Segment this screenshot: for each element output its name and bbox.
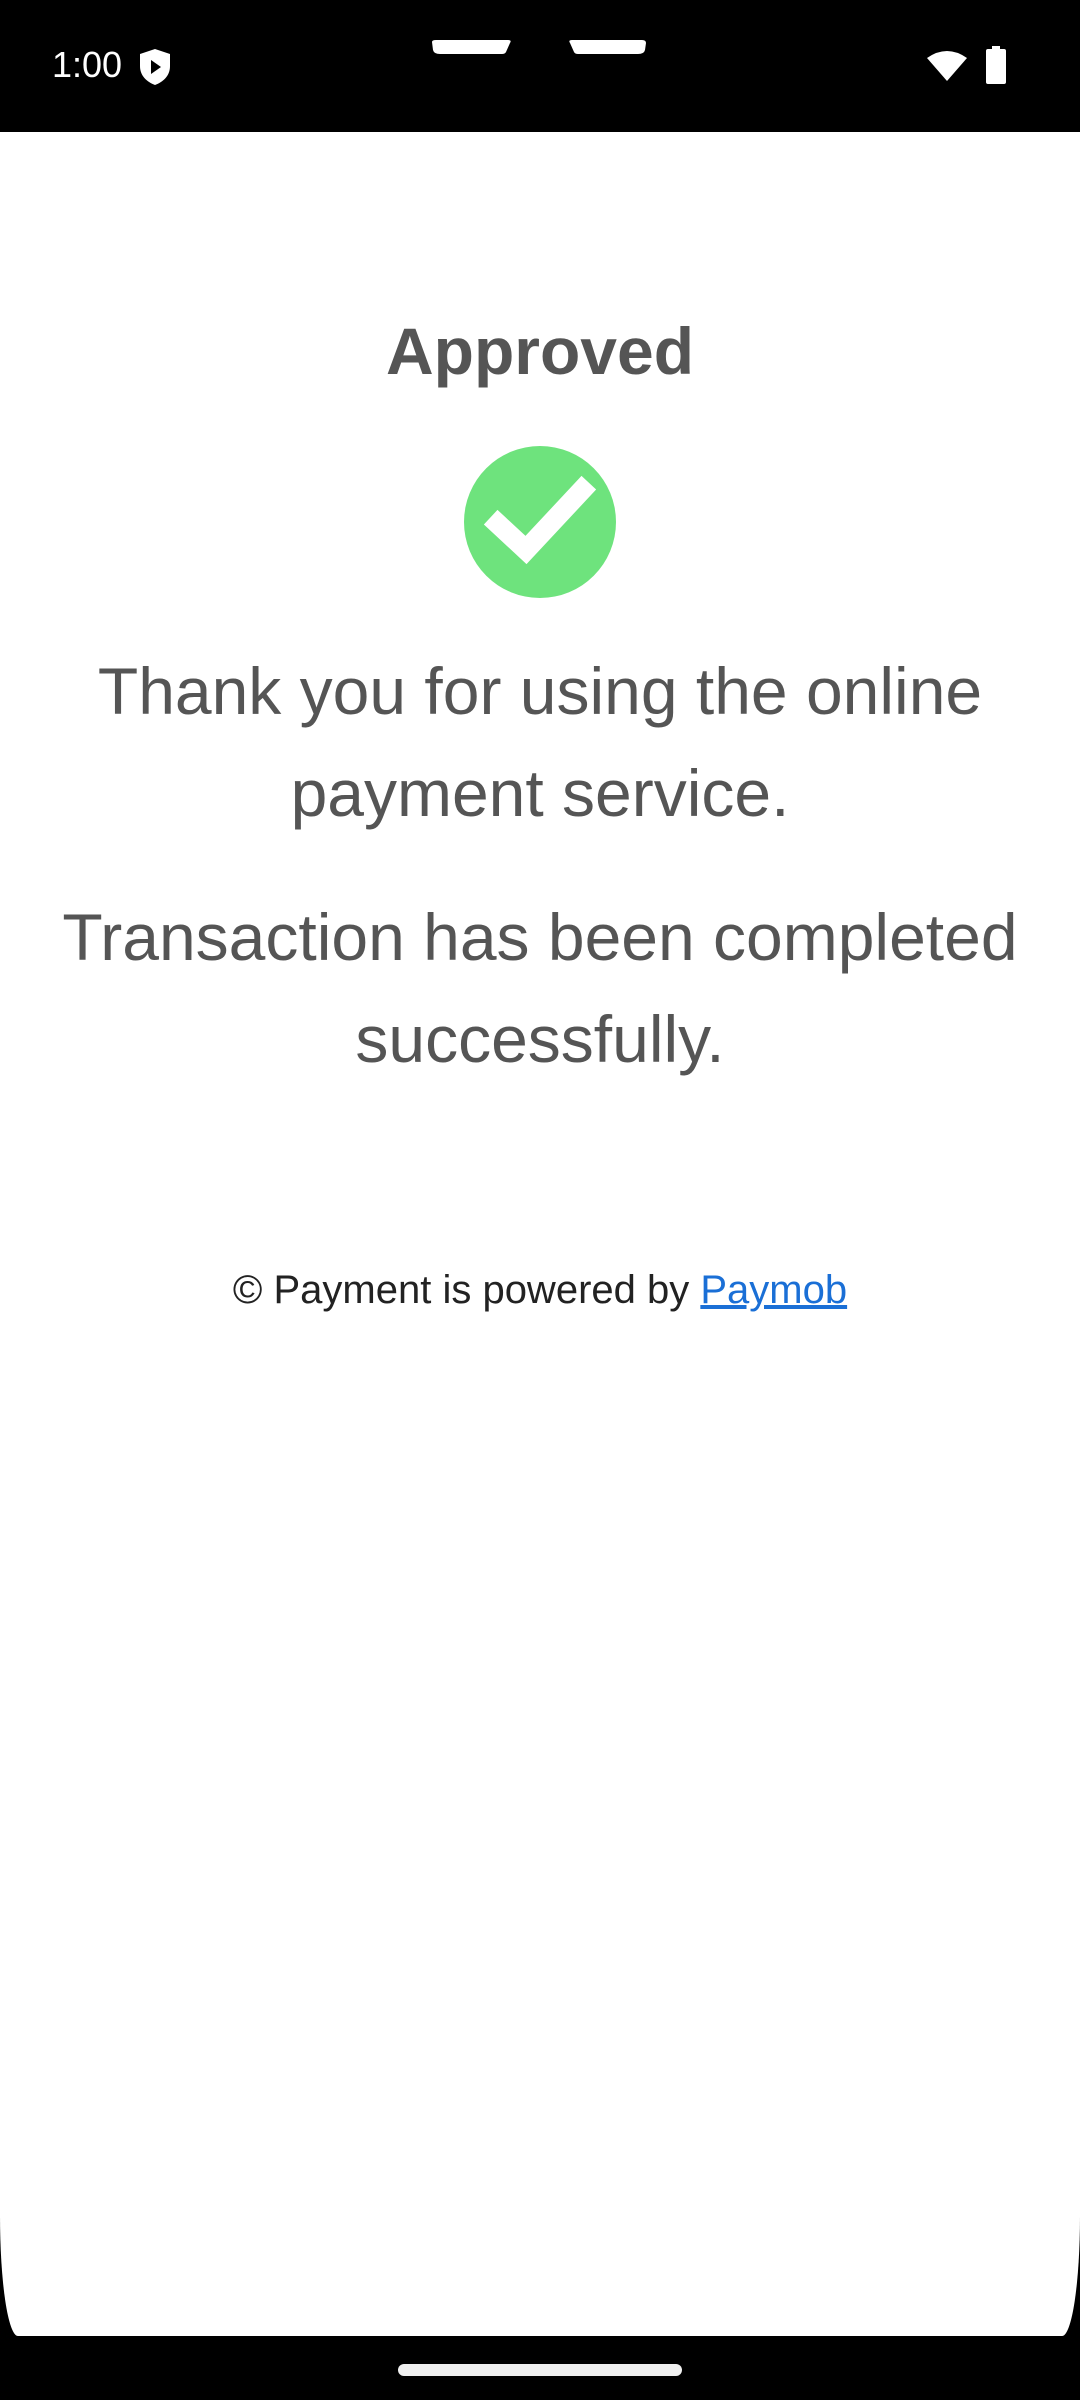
transaction-message: Transaction has been completed successfu…	[62, 900, 1018, 1076]
camera-cutout-left	[432, 40, 511, 54]
phone-screen: 1:00 Approved Thank you for using the on…	[0, 0, 1080, 2400]
thank-you-message: Thank you for using the online payment s…	[97, 654, 983, 830]
payment-result-page: Approved Thank you for using the online …	[0, 132, 1080, 2336]
home-gesture-handle[interactable]	[398, 2364, 682, 2376]
status-time: 1:00	[52, 44, 123, 85]
check-circle-icon	[464, 446, 616, 598]
shield-icon	[140, 49, 170, 85]
wifi-icon	[927, 51, 967, 81]
paymob-link[interactable]: Paymob	[700, 1268, 847, 1312]
battery-icon	[986, 46, 1006, 84]
page-title: Approved	[385, 314, 695, 388]
powered-by-footer: © Payment is powered by Paymob	[0, 1260, 1080, 1320]
camera-cutout-right	[569, 40, 646, 54]
status-bar: 1:00	[0, 0, 1080, 132]
powered-by-text: © Payment is powered by	[232, 1268, 701, 1312]
